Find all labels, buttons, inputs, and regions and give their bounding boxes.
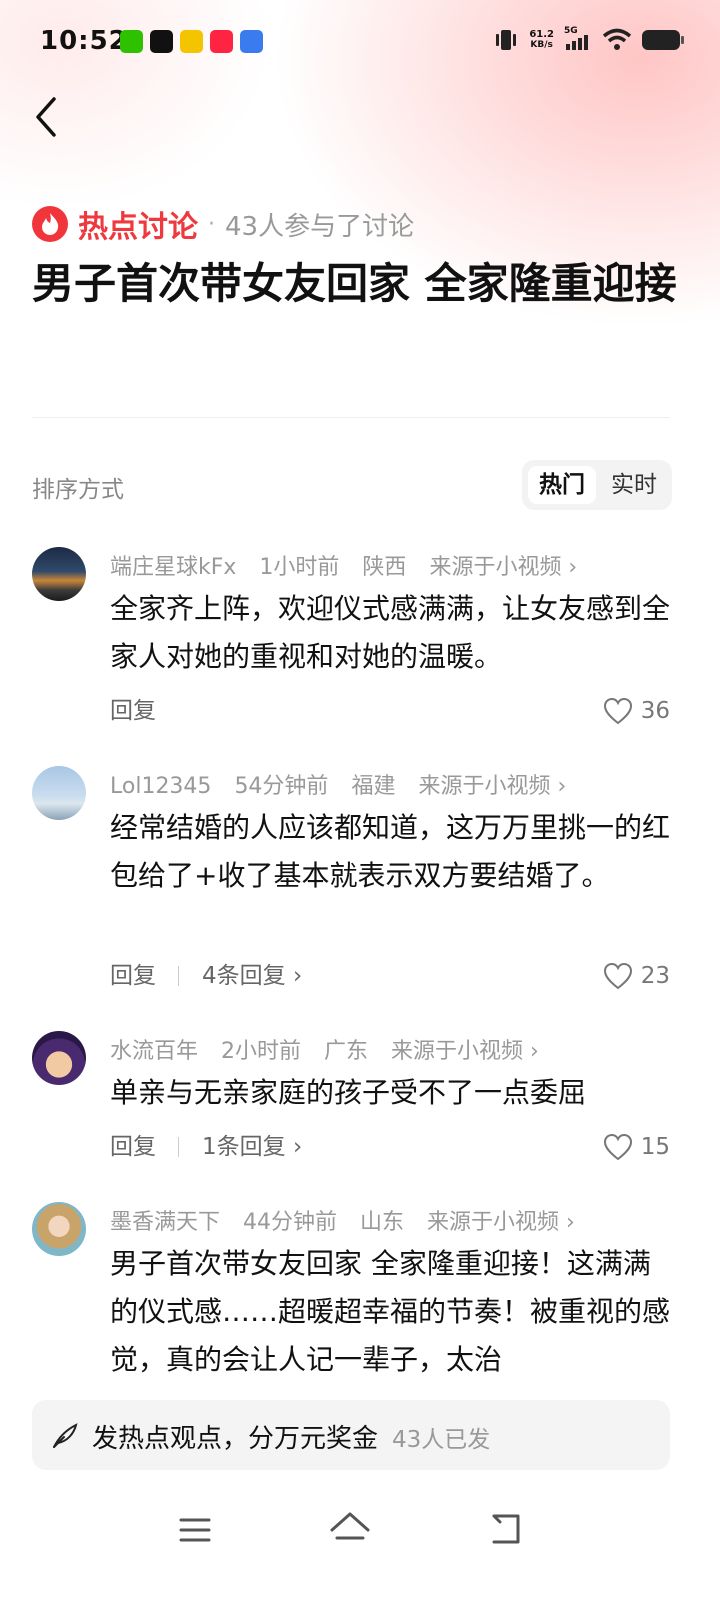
xiaohongshu-icon	[210, 30, 233, 53]
back-icon	[36, 97, 56, 137]
heart-icon	[603, 697, 632, 725]
page-title: 男子首次带女友回家 全家隆重迎接	[32, 259, 677, 308]
comment-time: 2小时前	[221, 1039, 302, 1064]
system-nav-bar	[0, 1500, 720, 1560]
battery-icon	[642, 30, 684, 50]
wifi-icon	[602, 28, 632, 50]
comment-text: 经常结婚的人应该都知道，这万万里挑一的红包给了+收了基本就表示双方要结婚了。	[110, 811, 671, 892]
reply-button[interactable]: 回复	[110, 693, 156, 729]
like-button[interactable]: 15	[603, 1129, 670, 1165]
home-button[interactable]	[328, 1508, 372, 1552]
vibrate-icon	[496, 30, 517, 50]
heart-icon	[603, 1133, 632, 1161]
avatar[interactable]	[32, 766, 86, 820]
comment-text: 全家齐上阵，欢迎仪式感满满，让女友感到全家人对她的重视和对她的温暖。	[110, 592, 671, 673]
return-icon	[492, 1514, 520, 1544]
comment-location: 福建	[351, 774, 396, 799]
status-right: 61.2 KB/s 5G	[493, 26, 684, 52]
comment-actions: 回复 1条回复 › 15	[110, 1129, 670, 1165]
comment-username[interactable]: Lol12345	[110, 774, 211, 799]
comment-actions: 回复 36	[110, 693, 670, 729]
wechat-icon	[120, 30, 143, 53]
like-count: 15	[640, 1134, 670, 1160]
view-replies-button[interactable]: 1条回复 ›	[202, 1129, 302, 1165]
reply-button[interactable]: 回复	[110, 1129, 156, 1165]
post-opinion-text: 发热点观点，分万元奖金 43人已发	[92, 1418, 490, 1455]
signal-indicator: 5G	[564, 26, 592, 52]
header-divider	[32, 417, 670, 418]
comment-actions: 回复 4条回复 › 23	[110, 958, 670, 994]
comment-location: 陕西	[362, 555, 407, 580]
avatar[interactable]	[32, 1202, 86, 1256]
status-time: 10:52	[40, 26, 128, 56]
comment-text: 男子首次带女友回家 全家隆重迎接！这满满的仪式感……超暖超幸福的节奏！被重视的感…	[110, 1247, 671, 1376]
comment-source-link[interactable]: 来源于小视频 ›	[427, 1210, 575, 1235]
comment-time: 1小时前	[259, 555, 340, 580]
comment-meta: Lol12345 54分钟前 福建 来源于小视频 ›	[110, 768, 566, 800]
topic-label: 热点讨论	[78, 210, 198, 245]
comment-meta: 墨香满天下 44分钟前 山东 来源于小视频 ›	[110, 1204, 575, 1236]
heart-icon	[603, 962, 632, 990]
comment-location: 广东	[324, 1039, 369, 1064]
comment-source-link[interactable]: 来源于小视频 ›	[429, 555, 577, 580]
fire-icon	[32, 206, 68, 242]
comment-text: 单亲与无亲家庭的孩子受不了一点委屈	[110, 1076, 587, 1109]
notification-icons	[120, 30, 263, 53]
comment-source-link[interactable]: 来源于小视频 ›	[391, 1039, 539, 1064]
yellow-app-icon	[180, 30, 203, 53]
like-button[interactable]: 36	[603, 693, 670, 729]
comment-username[interactable]: 墨香满天下	[110, 1210, 220, 1235]
post-opinion-bar[interactable]: 发热点观点，分万元奖金 43人已发	[32, 1400, 670, 1470]
comment-location: 山东	[360, 1210, 405, 1235]
comment-username[interactable]: 端庄星球kFx	[110, 555, 236, 580]
like-button[interactable]: 23	[603, 958, 670, 994]
comment-source-link[interactable]: 来源于小视频 ›	[418, 774, 566, 799]
dot-separator: ·	[208, 211, 215, 237]
like-count: 36	[640, 698, 670, 724]
menu-icon	[179, 1518, 211, 1542]
comment-username[interactable]: 水流百年	[110, 1039, 198, 1064]
douyin-icon	[150, 30, 173, 53]
comment-meta: 水流百年 2小时前 广东 来源于小视频 ›	[110, 1033, 539, 1065]
post-count: 43人已发	[392, 1427, 491, 1453]
home-icon	[330, 1512, 370, 1540]
comment-time: 44分钟前	[243, 1210, 338, 1235]
network-speed-value: 61.2	[529, 29, 554, 40]
topic-row: 热点讨论 · 43人参与了讨论	[32, 204, 415, 245]
back-button[interactable]	[30, 95, 70, 139]
menu-button[interactable]	[173, 1508, 217, 1552]
action-divider	[178, 966, 179, 986]
sort-option-hot[interactable]: 热门	[528, 466, 596, 504]
comment-time: 54分钟前	[234, 774, 329, 799]
comment-meta: 端庄星球kFx 1小时前 陕西 来源于小视频 ›	[110, 549, 577, 581]
pen-icon	[53, 1423, 78, 1448]
status-bar: 10:52 61.2 KB/s 5G	[0, 20, 720, 64]
sort-option-latest[interactable]: 实时	[602, 466, 666, 504]
avatar[interactable]	[32, 547, 86, 601]
reply-button[interactable]: 回复	[110, 958, 156, 994]
view-replies-button[interactable]: 4条回复 ›	[202, 958, 302, 994]
sort-label: 排序方式	[32, 477, 124, 503]
signal-icon	[566, 35, 588, 50]
return-button[interactable]	[484, 1508, 528, 1552]
post-opinion-label: 发热点观点，分万元奖金	[92, 1424, 379, 1454]
comment-item: 墨香满天下 44分钟前 山东 来源于小视频 › 男子首次带女友回家 全家隆重迎接…	[0, 1200, 720, 1380]
network-speed-unit: KB/s	[530, 40, 553, 50]
participant-count: 43人参与了讨论	[225, 211, 415, 242]
network-speed: 61.2 KB/s	[529, 29, 554, 51]
avatar[interactable]	[32, 1031, 86, 1085]
action-divider	[178, 1137, 179, 1157]
like-count: 23	[640, 963, 670, 989]
sort-toggle: 热门 实时	[522, 460, 672, 510]
blue-app-icon	[240, 30, 263, 53]
